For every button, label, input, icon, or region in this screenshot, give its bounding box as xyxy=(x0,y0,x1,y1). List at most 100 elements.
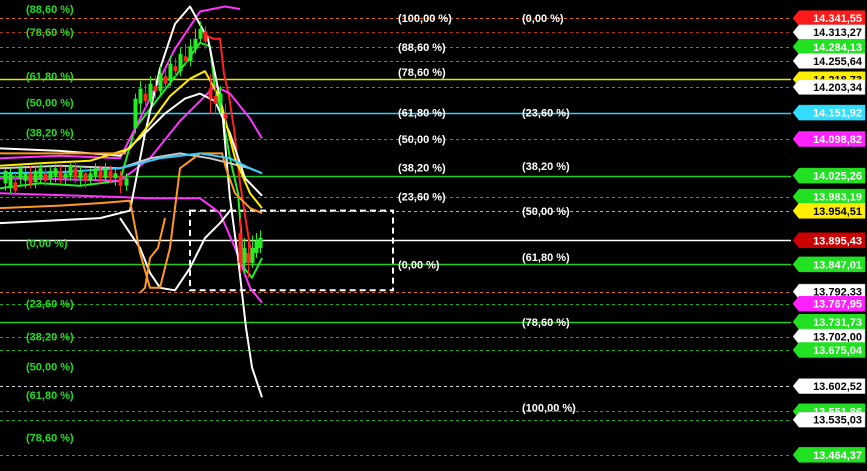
fibonacci-level-label: (38,20 %) xyxy=(26,127,74,139)
fibonacci-level-label: (23,60 %) xyxy=(522,108,570,120)
price-level-lines xyxy=(0,18,791,456)
candle xyxy=(18,165,23,186)
candle-body xyxy=(250,247,255,263)
candle xyxy=(113,168,118,186)
price-tag: 14.313,27 xyxy=(792,24,866,40)
price-tag: 13.535,03 xyxy=(792,411,866,428)
candle-body xyxy=(18,168,23,179)
fibonacci-level-label: (78,60 %) xyxy=(26,27,74,39)
fibonacci-level-label: (23,60 %) xyxy=(398,192,446,204)
candle xyxy=(188,38,193,67)
candle-body xyxy=(58,170,63,179)
candle-body xyxy=(163,76,168,84)
trading-chart: (88,60 %) (78,60 %) (61,80 %) (50,00 %) (38,… xyxy=(0,0,867,471)
candle-body xyxy=(78,170,83,179)
price-tick-label: 13.464,37 xyxy=(813,450,862,462)
fibonacci-level-label: (88,60 %) xyxy=(398,42,446,54)
candle xyxy=(254,233,259,258)
candle-body xyxy=(218,93,223,104)
candle-body xyxy=(33,170,38,183)
fibonacci-level-label: (0,00 %) xyxy=(522,13,564,25)
fibonacci-level-label: (88,60 %) xyxy=(26,4,74,16)
price-tag: 14.098,82 xyxy=(792,131,866,147)
candle-body xyxy=(178,53,183,72)
price-tick-label: 13.675,04 xyxy=(813,345,863,357)
price-tick-label: 14.098,82 xyxy=(813,134,862,146)
candle-body xyxy=(168,63,173,82)
candle-body xyxy=(124,178,129,186)
candle xyxy=(48,165,53,184)
price-tag: 14.284,13 xyxy=(792,39,866,55)
candle-body xyxy=(153,86,158,92)
candle-body xyxy=(242,247,247,263)
candle-body xyxy=(238,233,243,263)
candle-body xyxy=(183,56,188,62)
price-tick-label: 13.702,00 xyxy=(813,332,862,344)
price-tick-label: 13.535,03 xyxy=(813,415,862,427)
fibonacci-level-label: (78,60 %) xyxy=(398,67,446,79)
price-tick-label: 14.284,13 xyxy=(813,42,862,54)
fibonacci-level-label: (61,80 %) xyxy=(26,71,74,83)
candle-body xyxy=(48,170,53,179)
candle-body xyxy=(73,168,78,179)
candle-body xyxy=(208,88,213,99)
candle xyxy=(78,165,83,186)
candle-body xyxy=(223,113,228,119)
candle xyxy=(148,76,153,104)
candle-body xyxy=(83,173,88,181)
candle-body xyxy=(246,252,251,263)
indicator-line xyxy=(119,207,233,292)
fibonacci-level-label: (50,00 %) xyxy=(26,98,74,110)
candle-body xyxy=(53,168,58,176)
price-tick-label: 13.895,43 xyxy=(813,235,862,247)
price-tick-label: 14.203,34 xyxy=(813,82,863,94)
price-tag: 13.675,04 xyxy=(792,342,866,358)
fibonacci-level-label: (23,60 %) xyxy=(26,299,74,311)
fibonacci-level-label: (100,00 %) xyxy=(522,402,576,414)
price-tag: 13.702,00 xyxy=(792,328,866,345)
price-tag: 14.255,64 xyxy=(792,53,866,69)
candle-body xyxy=(113,173,118,179)
price-tag: 13.847,01 xyxy=(792,256,866,273)
candle-body xyxy=(138,88,143,104)
candle-body xyxy=(63,173,68,179)
fibonacci-level-label: (38,20 %) xyxy=(26,332,74,344)
fibonacci-level-label: (0,00 %) xyxy=(26,238,68,250)
fibonacci-labels-right: (0,00 %) (23,60 %) (38,20 %) (50,00 %) (61,8… xyxy=(522,13,576,414)
fibonacci-level-label: (100,00 %) xyxy=(398,13,452,25)
candle xyxy=(58,165,63,184)
price-tag: 14.151,92 xyxy=(792,104,866,121)
fibonacci-level-label: (78,60 %) xyxy=(26,433,74,445)
candle xyxy=(68,163,73,181)
price-tick-label: 13.983,19 xyxy=(813,192,862,204)
fibonacci-level-label: (0,00 %) xyxy=(398,259,440,271)
candle-body xyxy=(23,173,28,181)
price-tick-label: 13.954,51 xyxy=(813,206,862,218)
candle-body xyxy=(13,182,18,191)
candle-body xyxy=(88,173,93,181)
fibonacci-level-label: (50,00 %) xyxy=(398,134,446,146)
candle-body xyxy=(118,175,123,186)
price-tick-label: 14.313,27 xyxy=(813,27,862,39)
candle-body xyxy=(148,83,153,102)
candle xyxy=(8,168,13,194)
candle xyxy=(138,81,143,114)
price-axis-labels: 14.341,55 14.313,27 14.284,13 14.255,64 14.2… xyxy=(792,10,866,463)
price-tag: 13.954,51 xyxy=(792,203,866,219)
fibonacci-level-label: (50,00 %) xyxy=(26,361,74,373)
candle-body xyxy=(28,173,33,184)
price-tag: 13.731,73 xyxy=(792,314,866,330)
candle-body xyxy=(38,168,43,179)
candle-body xyxy=(203,31,208,42)
candle-body xyxy=(68,165,73,176)
fibonacci-level-label: (50,00 %) xyxy=(522,206,570,218)
price-tick-label: 14.255,64 xyxy=(813,56,863,68)
candle-body xyxy=(98,170,103,179)
price-tick-label: 14.025,26 xyxy=(813,171,862,183)
price-tag: 13.464,37 xyxy=(792,447,866,463)
fibonacci-level-label: (38,20 %) xyxy=(398,162,446,174)
candle xyxy=(258,230,263,253)
fibonacci-labels-middle: (100,00 %) (88,60 %) (78,60 %) (61,80 %) (50… xyxy=(398,13,452,271)
candle xyxy=(133,93,138,134)
candle-body xyxy=(188,46,193,62)
